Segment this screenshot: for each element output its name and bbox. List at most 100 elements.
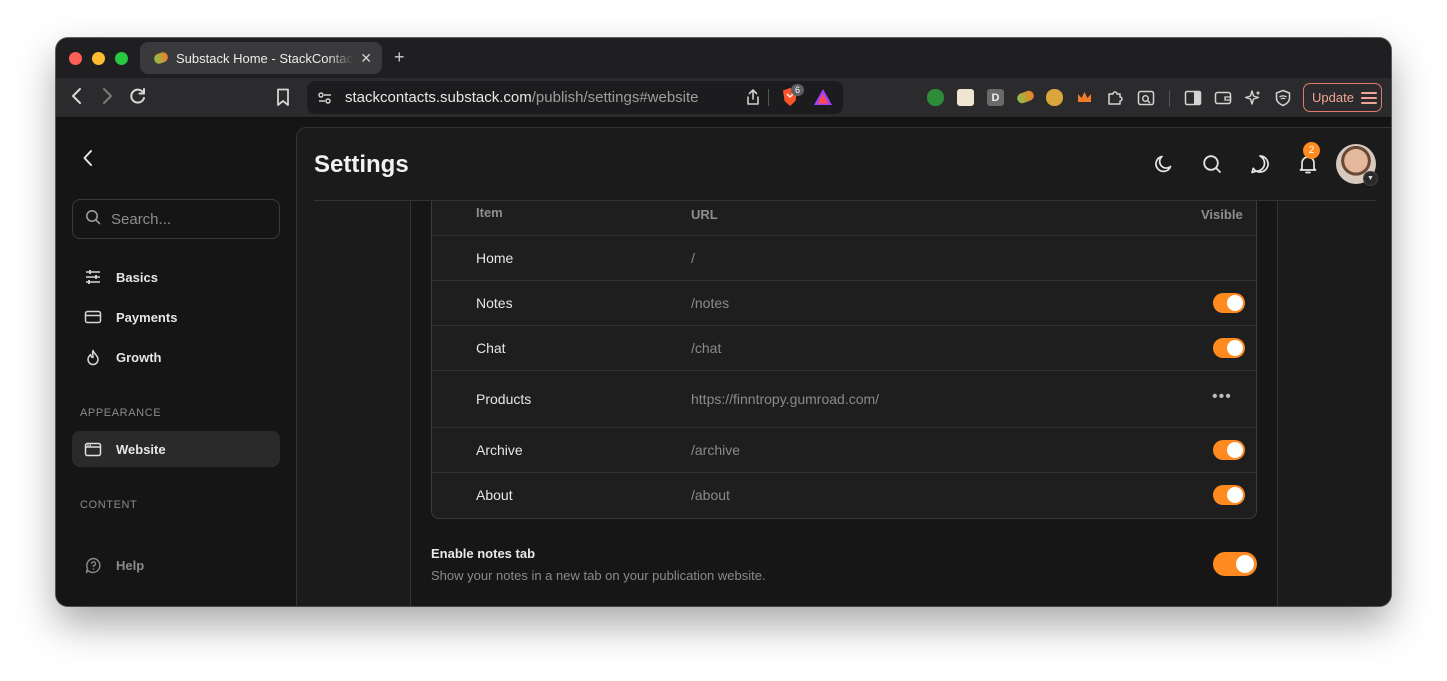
sidebar-item-help[interactable]: Help	[72, 547, 280, 583]
update-button[interactable]: Update	[1303, 83, 1382, 112]
sidebar-item-label: Basics	[116, 269, 158, 285]
ext-d-icon[interactable]: D	[987, 89, 1004, 106]
vpn-shield-icon[interactable]	[1274, 89, 1291, 107]
visibility-toggle[interactable]	[1213, 293, 1245, 313]
column-header-url: URL	[691, 207, 718, 222]
url-host: stackcontacts.substack.com	[345, 89, 532, 106]
enable-notes-tab-toggle[interactable]	[1213, 552, 1257, 576]
maximize-window-button[interactable]	[115, 52, 128, 65]
card-icon	[84, 308, 102, 326]
browser-tab[interactable]: Substack Home - StackContacts ✕	[140, 42, 382, 74]
table-row[interactable]: Products https://finntropy.gumroad.com/ …	[432, 370, 1256, 427]
minimize-window-button[interactable]	[92, 52, 105, 65]
row-item: Chat	[476, 340, 506, 356]
row-url: /	[691, 250, 695, 266]
ext-leaf-icon[interactable]	[1015, 89, 1036, 105]
column-header-visible: Visible	[1201, 207, 1243, 222]
chat-icon[interactable]	[1249, 153, 1271, 175]
table-row[interactable]: Archive /archive	[432, 427, 1256, 472]
notes-tab-setting-title: Enable notes tab	[431, 546, 536, 561]
notes-tab-setting-description: Show your notes in a new tab on your pub…	[431, 568, 766, 583]
ext-crown-badge-icon[interactable]	[957, 89, 974, 106]
back-icon[interactable]	[70, 86, 84, 112]
settings-panel: Settings 2 ▼ Item URL Visible Home / Not…	[296, 127, 1391, 606]
ext-crown-icon[interactable]	[1076, 89, 1093, 106]
ext-green-icon[interactable]	[927, 89, 944, 106]
menu-icon	[1360, 89, 1377, 107]
tab-favicon-icon	[152, 50, 170, 66]
search-input[interactable]	[111, 210, 261, 228]
row-item: About	[476, 487, 513, 503]
browser-toolbar: stackcontacts.substack.com/publish/setti…	[56, 78, 1391, 118]
dark-mode-icon[interactable]	[1153, 153, 1175, 175]
table-row[interactable]: Chat /chat	[432, 325, 1256, 370]
ext-search-icon[interactable]	[1137, 89, 1155, 106]
share-icon[interactable]	[745, 88, 761, 111]
navigation-table: Item URL Visible Home / Notes /notes Cha…	[431, 201, 1257, 519]
row-url: /chat	[691, 340, 722, 356]
page-content: Basics Payments Growth APPEARANCE Websit	[56, 119, 1391, 606]
help-icon	[84, 556, 102, 574]
row-url: https://finntropy.gumroad.com/	[691, 391, 880, 407]
update-label: Update	[1312, 90, 1354, 105]
row-url: /notes	[691, 295, 730, 311]
row-item: Notes	[476, 295, 513, 311]
search-icon[interactable]	[1201, 153, 1223, 175]
sidebar-search[interactable]	[72, 199, 280, 239]
website-settings-column: Item URL Visible Home / Notes /notes Cha…	[410, 201, 1278, 606]
flame-icon	[84, 348, 102, 366]
sliders-icon	[84, 268, 102, 286]
sidebar-item-label: Payments	[116, 309, 178, 325]
notification-badge: 2	[1303, 142, 1320, 159]
sidebar-item-payments[interactable]: Payments	[72, 299, 280, 335]
divider	[768, 89, 769, 106]
new-tab-icon[interactable]: +	[394, 47, 405, 68]
row-item: Products	[476, 391, 532, 407]
browser-window-icon	[84, 440, 102, 458]
ext-monkey-icon[interactable]	[1046, 89, 1063, 106]
sidebar-toggle-icon[interactable]	[1184, 89, 1202, 106]
column-header-item: Item	[476, 205, 503, 220]
brave-badge: 6	[791, 84, 804, 96]
row-item: Home	[476, 250, 514, 266]
visibility-toggle[interactable]	[1213, 485, 1245, 505]
row-url: /about	[691, 487, 730, 503]
section-content: CONTENT	[80, 499, 138, 511]
url-text[interactable]: stackcontacts.substack.com/publish/setti…	[345, 89, 699, 106]
brave-rewards-icon[interactable]	[813, 88, 833, 111]
url-path: /publish/settings#website	[531, 89, 699, 106]
more-options-icon[interactable]: •••	[1212, 388, 1232, 406]
sidebar-item-label: Growth	[116, 349, 162, 365]
chevron-down-icon[interactable]: ▼	[1363, 171, 1378, 186]
table-row[interactable]: About /about	[432, 472, 1256, 518]
row-item: Archive	[476, 442, 523, 458]
browser-window: Substack Home - StackContacts ✕ + stackc…	[56, 38, 1391, 606]
search-icon	[85, 209, 101, 230]
back-arrow-icon[interactable]	[82, 149, 94, 172]
tab-close-icon[interactable]: ✕	[360, 50, 372, 67]
divider	[1169, 90, 1170, 107]
sidebar-item-label: Help	[116, 557, 145, 573]
settings-sidebar: Basics Payments Growth APPEARANCE Websit	[56, 119, 296, 606]
puzzle-icon[interactable]	[1106, 89, 1123, 106]
leo-ai-icon[interactable]	[1244, 89, 1261, 106]
table-row[interactable]: Home /	[432, 235, 1256, 280]
close-window-button[interactable]	[69, 52, 82, 65]
visibility-toggle[interactable]	[1213, 440, 1245, 460]
wallet-icon[interactable]	[1214, 89, 1232, 106]
section-appearance: APPEARANCE	[80, 407, 162, 419]
bookmark-icon[interactable]	[276, 88, 290, 112]
sidebar-item-basics[interactable]: Basics	[72, 259, 280, 295]
table-row[interactable]: Notes /notes	[432, 280, 1256, 325]
site-settings-icon[interactable]	[317, 90, 333, 111]
page-title: Settings	[314, 151, 409, 178]
row-url: /archive	[691, 442, 741, 458]
sidebar-item-growth[interactable]: Growth	[72, 339, 280, 375]
reload-icon[interactable]	[128, 86, 148, 112]
sidebar-item-label: Website	[116, 441, 166, 457]
sidebar-item-website[interactable]: Website	[72, 431, 280, 467]
forward-icon[interactable]	[100, 86, 114, 112]
visibility-toggle[interactable]	[1213, 338, 1245, 358]
tab-bar: Substack Home - StackContacts ✕ +	[56, 38, 1391, 78]
address-bar[interactable]: stackcontacts.substack.com/publish/setti…	[307, 81, 843, 114]
